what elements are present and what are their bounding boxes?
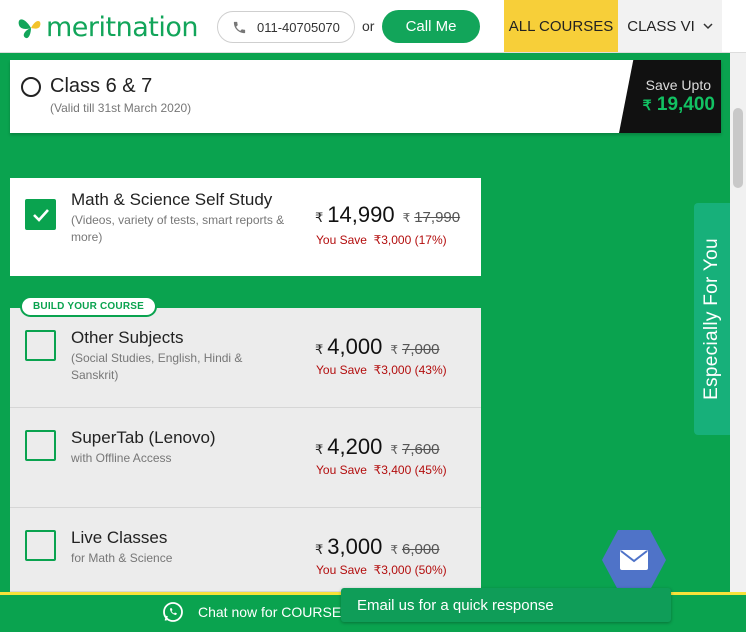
product-price: ₹ 14,990 ₹ 17,990 — [315, 202, 460, 228]
product-title: Math & Science Self Study — [71, 190, 273, 209]
product-price: ₹ 4,000 ₹ 7,000 — [315, 334, 440, 360]
price-original: 7,000 — [401, 341, 440, 358]
price-original: 6,000 — [401, 541, 440, 558]
phone-number-button[interactable]: 011-40705070 — [217, 11, 355, 43]
all-courses-button[interactable]: ALL COURSES — [504, 0, 618, 52]
class-option-card[interactable]: Class 6 & 7 (Valid till 31st March 2020)… — [10, 60, 721, 133]
logo-text: meritnation — [46, 11, 198, 43]
call-me-button[interactable]: Call Me — [382, 10, 480, 43]
product-card-math-science[interactable]: Math & Science Self Study (Videos, varie… — [10, 178, 481, 276]
chevron-down-icon — [703, 23, 713, 30]
you-save-text: You Save ₹3,000 (50%) — [316, 563, 447, 577]
rupee-symbol: ₹ — [315, 542, 324, 557]
product-price: ₹ 3,000 ₹ 6,000 — [315, 534, 440, 560]
price-current: 3,000 — [327, 534, 383, 559]
price-current: 4,200 — [327, 434, 383, 459]
product-subtitle: for Math & Science — [71, 551, 173, 565]
whatsapp-icon — [163, 602, 183, 622]
you-save-value: ₹3,000 (43%) — [373, 363, 447, 377]
rupee-symbol: ₹ — [390, 443, 398, 457]
class-selector-label: CLASS VI — [627, 17, 695, 35]
butterfly-logo-icon — [18, 19, 41, 39]
especially-for-you-label: Especially For You — [701, 238, 722, 400]
save-upto-label: Save Upto — [645, 77, 711, 93]
class-selector[interactable]: CLASS VI — [618, 0, 722, 52]
meritnation-logo[interactable]: meritnation — [16, 8, 198, 46]
save-upto-badge: Save Upto ₹ 19,400 — [619, 60, 721, 133]
you-save-label: You Save — [316, 363, 367, 377]
you-save-label: You Save — [316, 233, 367, 247]
product-subtitle: (Videos, variety of tests, smart reports… — [71, 213, 285, 244]
you-save-text: You Save ₹3,000 (17%) — [316, 233, 447, 247]
rupee-symbol: ₹ — [315, 210, 324, 225]
email-us-button[interactable] — [602, 530, 666, 590]
header: meritnation 011-40705070 or Call Me ALL … — [0, 0, 746, 53]
you-save-value: ₹3,000 (17%) — [373, 233, 447, 247]
product-subtitle: (Social Studies, English, Hindi & Sanskr… — [71, 351, 243, 382]
product-checkbox-math-science[interactable] — [25, 199, 56, 230]
product-title: SuperTab (Lenovo) — [71, 428, 216, 447]
product-checkbox-other-subjects[interactable] — [25, 330, 56, 361]
product-card-live-classes[interactable]: Live Classes for Math & Science ₹ 3,000 … — [10, 508, 481, 592]
check-icon — [32, 208, 49, 222]
product-checkbox-live-classes[interactable] — [25, 530, 56, 561]
you-save-label: You Save — [316, 463, 367, 477]
rupee-symbol: ₹ — [315, 442, 324, 457]
rupee-symbol: ₹ — [402, 211, 411, 225]
class-option-validity: (Valid till 31st March 2020) — [50, 101, 192, 115]
you-save-text: You Save ₹3,400 (45%) — [316, 463, 447, 477]
you-save-label: You Save — [316, 563, 367, 577]
phone-icon — [233, 21, 246, 33]
scrollbar-thumb[interactable] — [733, 108, 743, 188]
rupee-symbol: ₹ — [390, 343, 398, 357]
you-save-value: ₹3,400 (45%) — [373, 463, 447, 477]
phone-number: 011-40705070 — [257, 19, 340, 35]
mail-icon — [620, 550, 648, 570]
product-subtitle: with Offline Access — [71, 451, 172, 465]
you-save-text: You Save ₹3,000 (43%) — [316, 363, 447, 377]
or-label: or — [362, 18, 375, 34]
you-save-value: ₹3,000 (50%) — [373, 563, 447, 577]
product-title: Live Classes — [71, 528, 168, 547]
especially-for-you-tab[interactable]: Especially For You — [694, 203, 730, 435]
price-original: 17,990 — [414, 209, 461, 226]
class-option-title: Class 6 & 7 — [50, 75, 153, 97]
rupee-symbol: ₹ — [315, 342, 324, 357]
product-price: ₹ 4,200 ₹ 7,600 — [315, 434, 440, 460]
scrollbar[interactable] — [730, 53, 746, 593]
chat-now-label: Chat now for COURSES — [198, 604, 351, 620]
build-your-course-tag: BUILD YOUR COURSE — [20, 296, 157, 317]
price-original: 7,600 — [401, 441, 440, 458]
save-upto-value: 19,400 — [656, 94, 715, 115]
product-card-other-subjects[interactable]: Other Subjects (Social Studies, English,… — [10, 308, 481, 408]
price-current: 14,990 — [327, 202, 395, 227]
class-radio-button[interactable] — [21, 77, 41, 97]
product-checkbox-supertab[interactable] — [25, 430, 56, 461]
email-toast[interactable]: Email us for a quick response — [341, 588, 671, 622]
product-card-supertab[interactable]: SuperTab (Lenovo) with Offline Access ₹ … — [10, 408, 481, 508]
chat-now-button[interactable]: Chat now for COURSES — [162, 601, 351, 623]
rupee-symbol: ₹ — [642, 97, 652, 113]
price-current: 4,000 — [327, 334, 383, 359]
save-upto-amount: ₹ 19,400 — [643, 94, 715, 116]
product-title: Other Subjects — [71, 328, 184, 347]
rupee-symbol: ₹ — [390, 543, 398, 557]
